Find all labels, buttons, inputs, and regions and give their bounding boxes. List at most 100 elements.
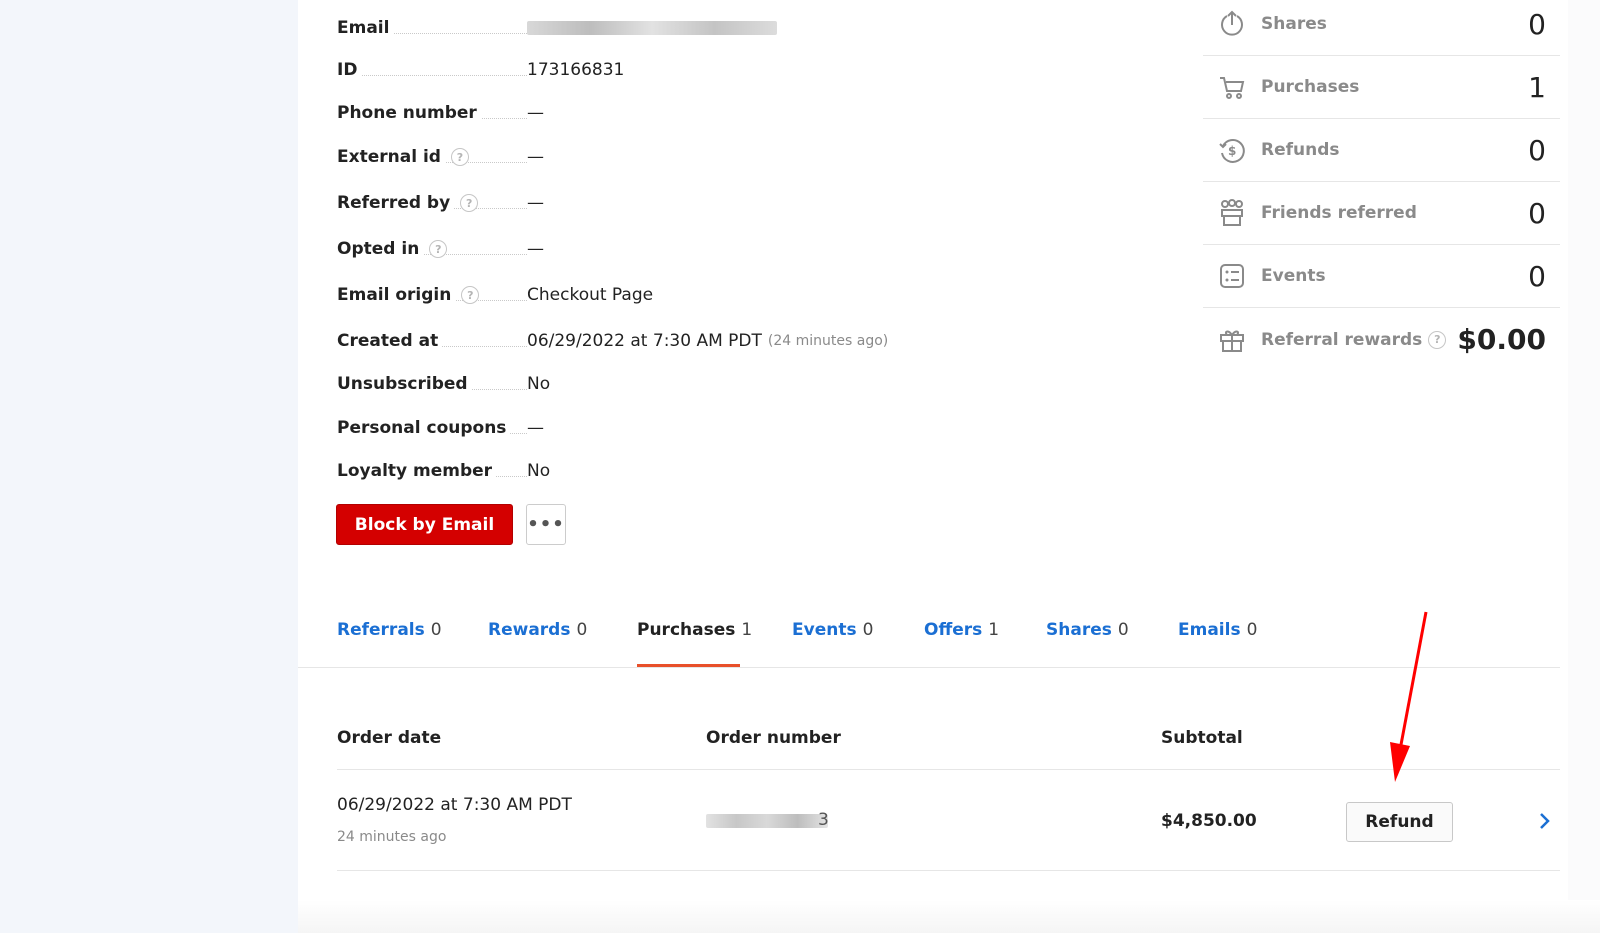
detail-label: Opted in xyxy=(337,239,424,259)
cart-icon xyxy=(1217,72,1247,102)
column-header-order-date: Order date xyxy=(337,728,442,748)
stat-label: Events xyxy=(1261,266,1326,286)
detail-row-id: ID 173166831 xyxy=(337,55,937,85)
detail-row-unsubscribed: Unsubscribed No xyxy=(337,369,937,399)
email-value-redacted xyxy=(527,21,777,35)
right-gutter xyxy=(1568,0,1600,933)
stat-events: Events 0 xyxy=(1203,245,1560,308)
tab-count: 0 xyxy=(430,620,442,640)
detail-value: No xyxy=(527,374,551,394)
detail-label: Email origin xyxy=(337,285,456,305)
stat-label: Friends referred xyxy=(1261,203,1417,223)
tab-label: Events xyxy=(792,620,857,640)
stat-label: Purchases xyxy=(1261,77,1360,97)
detail-label: Unsubscribed xyxy=(337,374,472,394)
tab-rewards[interactable]: Rewards 0 xyxy=(488,620,587,640)
stat-label: Referral rewards xyxy=(1261,329,1423,350)
detail-row-personal-coupons: Personal coupons — xyxy=(337,413,937,443)
detail-label: External id xyxy=(337,147,445,167)
stat-label: Refunds xyxy=(1261,140,1340,160)
detail-row-loyalty-member: Loyalty member No xyxy=(337,456,937,486)
gift-icon xyxy=(1217,325,1247,355)
detail-value: — xyxy=(527,193,544,213)
stat-value: 0 xyxy=(1528,7,1546,41)
tab-shares[interactable]: Shares 0 xyxy=(1046,620,1129,640)
bottom-fade xyxy=(298,900,1600,933)
detail-row-created-at: Created at 06/29/2022 at 7:30 AM PDT (24… xyxy=(337,326,937,356)
detail-label: Created at xyxy=(337,331,443,351)
detail-value: — xyxy=(527,418,544,438)
table-row-divider xyxy=(337,870,1560,871)
annotation-arrow xyxy=(1390,611,1428,782)
column-header-order-number: Order number xyxy=(706,728,841,748)
stat-purchases: Purchases 1 xyxy=(1203,56,1560,119)
events-icon xyxy=(1217,261,1247,291)
refund-button[interactable]: Refund xyxy=(1346,802,1453,842)
left-sidebar xyxy=(0,0,298,933)
detail-value: No xyxy=(527,461,551,481)
stat-value: 1 xyxy=(1528,70,1546,104)
detail-label: Loyalty member xyxy=(337,461,497,481)
order-date-cell: 06/29/2022 at 7:30 AM PDT xyxy=(337,795,572,815)
stat-value: 0 xyxy=(1528,196,1546,230)
detail-label: ID xyxy=(337,60,362,80)
stat-refunds: $ Refunds 0 xyxy=(1203,119,1560,182)
stat-value: $0.00 xyxy=(1457,323,1546,356)
help-icon[interactable]: ? xyxy=(460,194,479,212)
column-header-subtotal: Subtotal xyxy=(1161,728,1243,748)
created-relative: (24 minutes ago) xyxy=(767,333,889,349)
detail-row-external-id: External id? — xyxy=(337,142,937,172)
tab-label: Shares xyxy=(1046,620,1112,640)
stat-friends-referred: Friends referred 0 xyxy=(1203,182,1560,245)
tab-referrals[interactable]: Referrals 0 xyxy=(337,620,442,640)
tab-count: 0 xyxy=(1246,620,1258,640)
help-icon[interactable]: ? xyxy=(461,286,480,304)
stat-value: 0 xyxy=(1528,259,1546,293)
tab-count: 0 xyxy=(1117,620,1129,640)
detail-row-opted-in: Opted in? — xyxy=(337,234,937,264)
detail-row-referred-by: Referred by? — xyxy=(337,188,937,218)
stat-value: 0 xyxy=(1528,133,1546,167)
detail-row-email-origin: Email origin? Checkout Page xyxy=(337,280,937,310)
stat-label: Shares xyxy=(1261,14,1327,34)
detail-label: Email xyxy=(337,18,394,38)
tab-emails[interactable]: Emails 0 xyxy=(1178,620,1257,640)
detail-value: — xyxy=(527,103,544,123)
tab-offers[interactable]: Offers 1 xyxy=(924,620,999,640)
detail-row-email: Email xyxy=(337,13,937,43)
tab-label: Rewards xyxy=(488,620,571,640)
order-date-relative: 24 minutes ago xyxy=(337,829,447,845)
tab-count: 1 xyxy=(741,620,753,640)
detail-label: Referred by xyxy=(337,193,455,213)
tab-count: 0 xyxy=(862,620,874,640)
help-icon[interactable]: ? xyxy=(429,240,448,258)
refund-icon: $ xyxy=(1217,135,1247,165)
chevron-right-icon[interactable] xyxy=(1535,808,1555,834)
tab-bar: Referrals 0 Rewards 0 Purchases 1 Events 0 O… xyxy=(337,620,1337,670)
order-number-redacted xyxy=(706,814,828,828)
detail-value: — xyxy=(527,239,544,259)
block-by-email-button[interactable]: Block by Email xyxy=(336,504,513,545)
tab-label: Emails xyxy=(1178,620,1241,640)
tab-label: Purchases xyxy=(637,620,736,640)
stat-referral-rewards: Referral rewards? $0.00 xyxy=(1203,308,1560,371)
detail-value: Checkout Page xyxy=(527,285,654,305)
help-icon[interactable]: ? xyxy=(450,148,469,166)
more-actions-button[interactable]: ••• xyxy=(526,504,566,545)
svg-text:$: $ xyxy=(1228,144,1236,158)
share-icon xyxy=(1217,9,1247,39)
tab-events[interactable]: Events 0 xyxy=(792,620,873,640)
order-number-cell: 3 xyxy=(818,810,829,830)
help-icon[interactable]: ? xyxy=(1428,330,1447,349)
tab-label: Referrals xyxy=(337,620,425,640)
detail-label: Phone number xyxy=(337,103,481,123)
detail-value: 173166831 xyxy=(527,60,625,80)
subtotal-cell: $4,850.00 xyxy=(1161,811,1257,831)
detail-value: 06/29/2022 at 7:30 AM PDT xyxy=(527,331,762,351)
detail-row-phone: Phone number — xyxy=(337,98,937,128)
tab-count: 0 xyxy=(576,620,588,640)
tab-count: 1 xyxy=(988,620,1000,640)
detail-label: Personal coupons xyxy=(337,418,511,438)
tab-label: Offers xyxy=(924,620,983,640)
tab-purchases[interactable]: Purchases 1 xyxy=(637,620,752,640)
